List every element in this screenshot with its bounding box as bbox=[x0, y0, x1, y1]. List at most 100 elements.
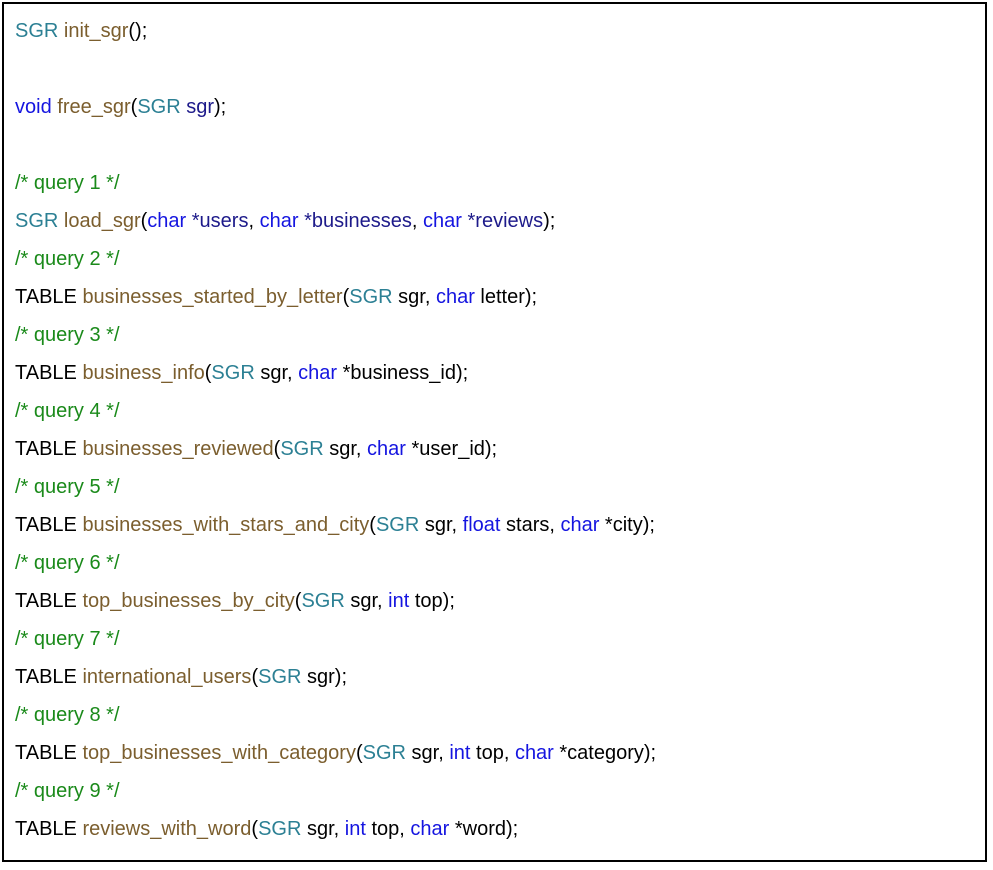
code-token: top, bbox=[470, 742, 515, 764]
code-line: TABLE top_businesses_by_city(SGR sgr, in… bbox=[15, 582, 656, 620]
function-name-token: business_info bbox=[82, 362, 205, 384]
code-line: SGR load_sgr(char *users, char *business… bbox=[15, 202, 656, 240]
keyword-token: char bbox=[423, 210, 462, 232]
type-token: SGR bbox=[375, 514, 420, 536]
keyword-token: char bbox=[560, 514, 600, 536]
keyword-token: char bbox=[147, 210, 187, 232]
code-token: *user_id); bbox=[405, 438, 498, 460]
code-token: sgr, bbox=[419, 514, 463, 536]
code-token: *business_id); bbox=[337, 362, 469, 384]
keyword-token: float bbox=[462, 514, 501, 536]
function-name-token: load_sgr bbox=[63, 210, 141, 232]
type-token: SGR bbox=[258, 666, 302, 688]
keyword-token: char bbox=[259, 210, 299, 232]
code-lines: SGR init_sgr(); void free_sgr(SGR sgr);/*… bbox=[15, 12, 656, 848]
code-token: *category); bbox=[553, 742, 657, 764]
parameter-token: *reviews bbox=[467, 210, 544, 232]
code-line: /* query 3 */ bbox=[15, 316, 656, 354]
code-line: TABLE top_businesses_with_category(SGR s… bbox=[15, 734, 656, 772]
code-token: stars, bbox=[500, 514, 561, 536]
comment-token: /* query 7 */ bbox=[15, 628, 120, 650]
code-line: TABLE businesses_reviewed(SGR sgr, char … bbox=[15, 430, 656, 468]
keyword-token: char bbox=[367, 438, 406, 460]
code-token: TABLE bbox=[15, 742, 77, 764]
function-name-token: businesses_started_by_letter bbox=[82, 286, 343, 308]
comment-token: /* query 5 */ bbox=[15, 476, 120, 498]
keyword-token: int bbox=[344, 818, 366, 840]
code-line: /* query 7 */ bbox=[15, 620, 656, 658]
code-line: /* query 8 */ bbox=[15, 696, 656, 734]
comment-token: /* query 1 */ bbox=[15, 172, 120, 194]
code-block: SGR init_sgr(); void free_sgr(SGR sgr);/*… bbox=[2, 2, 987, 862]
code-token: TABLE bbox=[15, 666, 77, 688]
code-token: sgr, bbox=[254, 362, 299, 384]
code-line: /* query 1 */ bbox=[15, 164, 656, 202]
parameter-token: *businesses bbox=[304, 210, 412, 232]
code-token: ( bbox=[369, 514, 376, 536]
comment-token: /* query 8 */ bbox=[15, 704, 120, 726]
code-line: TABLE businesses_started_by_letter(SGR s… bbox=[15, 278, 656, 316]
type-token: SGR bbox=[15, 20, 59, 42]
type-token: SGR bbox=[349, 286, 393, 308]
function-name-token: businesses_reviewed bbox=[82, 438, 274, 460]
code-token: sgr); bbox=[301, 666, 348, 688]
code-token: sgr, bbox=[323, 438, 368, 460]
code-token: TABLE bbox=[15, 362, 77, 384]
function-name-token: businesses_with_stars_and_city bbox=[82, 514, 370, 536]
code-token: *word); bbox=[449, 818, 519, 840]
code-token: ); bbox=[214, 96, 227, 118]
keyword-token: char bbox=[435, 286, 475, 308]
code-line: TABLE international_users(SGR sgr); bbox=[15, 658, 656, 696]
code-token: TABLE bbox=[15, 438, 77, 460]
function-name-token: top_businesses_by_city bbox=[82, 590, 295, 612]
code-token: , bbox=[411, 210, 424, 232]
keyword-token: void bbox=[15, 96, 52, 118]
code-line: /* query 9 */ bbox=[15, 772, 656, 810]
type-token: SGR bbox=[280, 438, 324, 460]
comment-token: /* query 4 */ bbox=[15, 400, 120, 422]
code-token: TABLE bbox=[15, 818, 77, 840]
code-line: void free_sgr(SGR sgr); bbox=[15, 88, 656, 126]
type-token: SGR bbox=[211, 362, 255, 384]
type-token: SGR bbox=[15, 210, 59, 232]
code-line: /* query 2 */ bbox=[15, 240, 656, 278]
code-token: top, bbox=[365, 818, 411, 840]
code-line: /* query 5 */ bbox=[15, 468, 656, 506]
code-token: (); bbox=[128, 20, 148, 42]
code-line: /* query 6 */ bbox=[15, 544, 656, 582]
code-token: TABLE bbox=[15, 514, 77, 536]
code-line: /* query 4 */ bbox=[15, 392, 656, 430]
comment-token: /* query 9 */ bbox=[15, 780, 120, 802]
keyword-token: int bbox=[449, 742, 471, 764]
code-token: sgr, bbox=[392, 286, 436, 308]
code-line: TABLE reviews_with_word(SGR sgr, int top… bbox=[15, 810, 656, 848]
function-name-token: free_sgr bbox=[57, 96, 131, 118]
comment-token: /* query 6 */ bbox=[15, 552, 120, 574]
code-token: TABLE bbox=[15, 590, 77, 612]
code-token: top); bbox=[409, 590, 455, 612]
code-line: SGR init_sgr(); bbox=[15, 12, 656, 50]
code-token: , bbox=[248, 210, 260, 232]
function-name-token: top_businesses_with_category bbox=[82, 742, 356, 764]
code-token: sgr, bbox=[344, 590, 389, 612]
keyword-token: char bbox=[298, 362, 338, 384]
code-token: *city); bbox=[599, 514, 655, 536]
code-token: TABLE bbox=[15, 286, 77, 308]
function-name-token: init_sgr bbox=[63, 20, 129, 42]
keyword-token: char bbox=[410, 818, 450, 840]
comment-token: /* query 3 */ bbox=[15, 324, 120, 346]
function-name-token: international_users bbox=[82, 666, 252, 688]
function-name-token: reviews_with_word bbox=[82, 818, 252, 840]
code-line: TABLE business_info(SGR sgr, char *busin… bbox=[15, 354, 656, 392]
type-token: SGR bbox=[137, 96, 181, 118]
type-token: SGR bbox=[362, 742, 406, 764]
comment-token: /* query 2 */ bbox=[15, 248, 120, 270]
keyword-token: int bbox=[388, 590, 410, 612]
parameter-token: sgr bbox=[186, 96, 215, 118]
parameter-token: *users bbox=[191, 210, 249, 232]
code-token: sgr, bbox=[405, 742, 450, 764]
code-token: ( bbox=[355, 742, 363, 764]
type-token: SGR bbox=[258, 818, 302, 840]
